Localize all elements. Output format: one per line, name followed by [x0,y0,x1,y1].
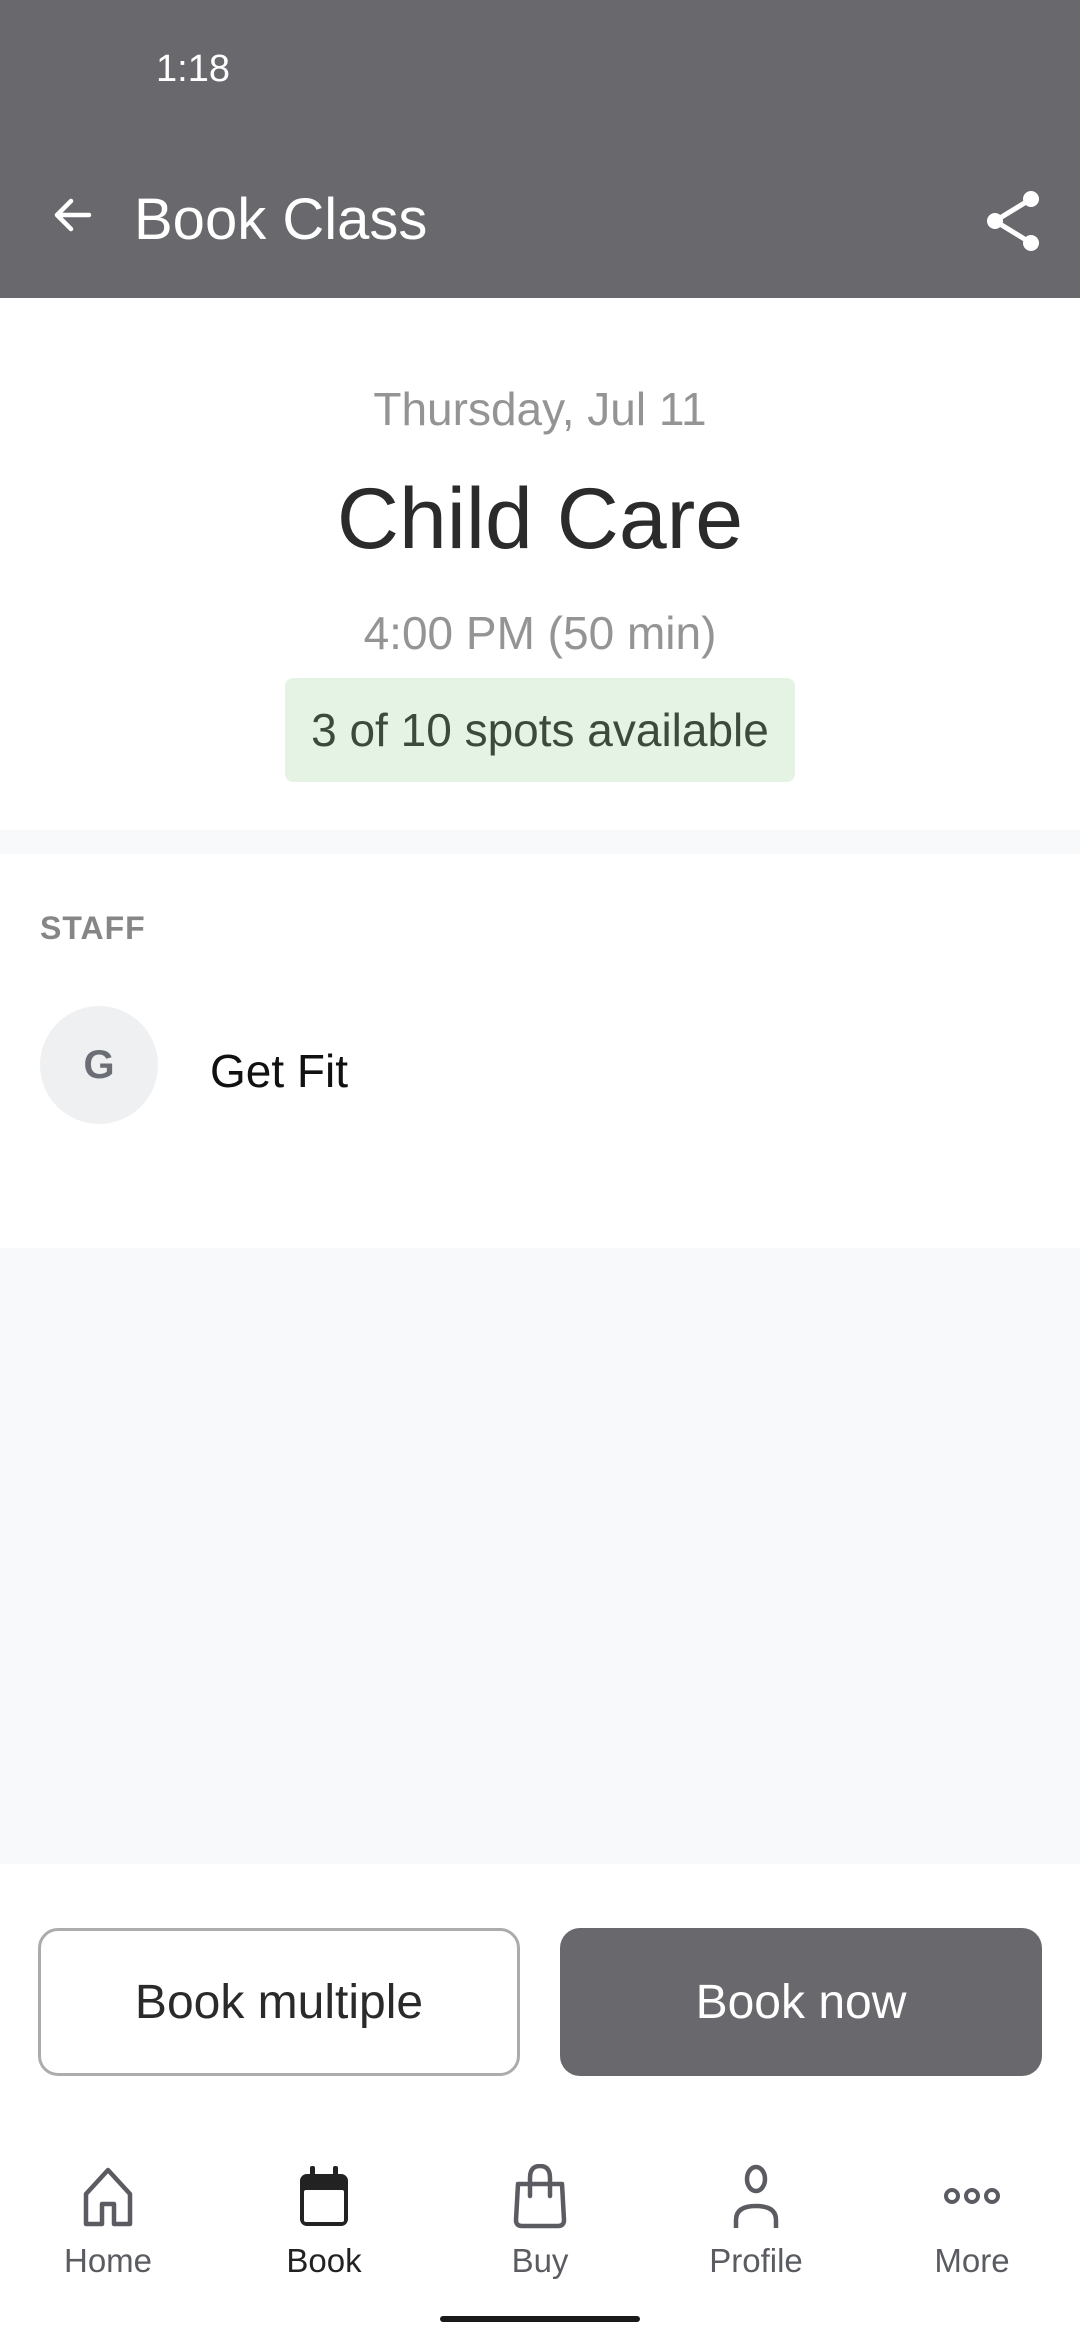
shopping-bag-icon [513,2164,567,2229]
tab-book-label: Book [286,2242,362,2279]
status-bar-time: 1:18 [156,48,230,90]
share-icon [987,191,1039,251]
bottom-tab-bar: Home Book Buy Profile More [0,2114,1080,2340]
staff-section-label: STAFF [40,910,146,946]
class-name: Child Care [336,471,744,567]
class-date: Thursday, Jul 11 [373,383,707,435]
section-divider [0,830,1080,854]
staff-name: Get Fit [210,1045,349,1097]
tab-more[interactable]: More [864,2164,1080,2304]
book-now-button[interactable]: Book now [560,1928,1042,2076]
tab-home-label: Home [63,2242,153,2279]
back-button[interactable] [40,182,106,248]
staff-section: STAFF G Get Fit [0,854,1080,1248]
tab-buy[interactable]: Buy [432,2164,648,2304]
class-time: 4:00 PM (50 min) [363,607,717,659]
tab-profile-label: Profile [709,2242,803,2279]
home-icon [83,2167,133,2227]
arrow-left-icon [54,198,92,232]
booking-actions: Book multiple Book now [0,1864,1080,2114]
calendar-icon [300,2166,348,2226]
tab-book[interactable]: Book [216,2164,432,2304]
content-background [0,1248,1080,1864]
share-button[interactable] [978,186,1048,256]
more-dots-icon [944,2188,1000,2204]
person-icon [733,2164,779,2228]
tab-home[interactable]: Home [0,2164,216,2304]
availability-badge: 3 of 10 spots available [285,678,795,782]
tab-more-label: More [934,2242,1010,2279]
page-title: Book Class [134,187,428,252]
tab-profile[interactable]: Profile [648,2164,864,2304]
class-summary: Thursday, Jul 11 Child Care 4:00 PM (50 … [0,298,1080,830]
book-multiple-button[interactable]: Book multiple [38,1928,520,2076]
tab-buy-label: Buy [511,2242,569,2279]
staff-list-item[interactable]: G Get Fit [0,1004,1080,1128]
home-indicator[interactable] [440,2316,640,2322]
avatar: G [40,1006,158,1124]
app-bar: 1:18 Book Class [0,0,1080,298]
